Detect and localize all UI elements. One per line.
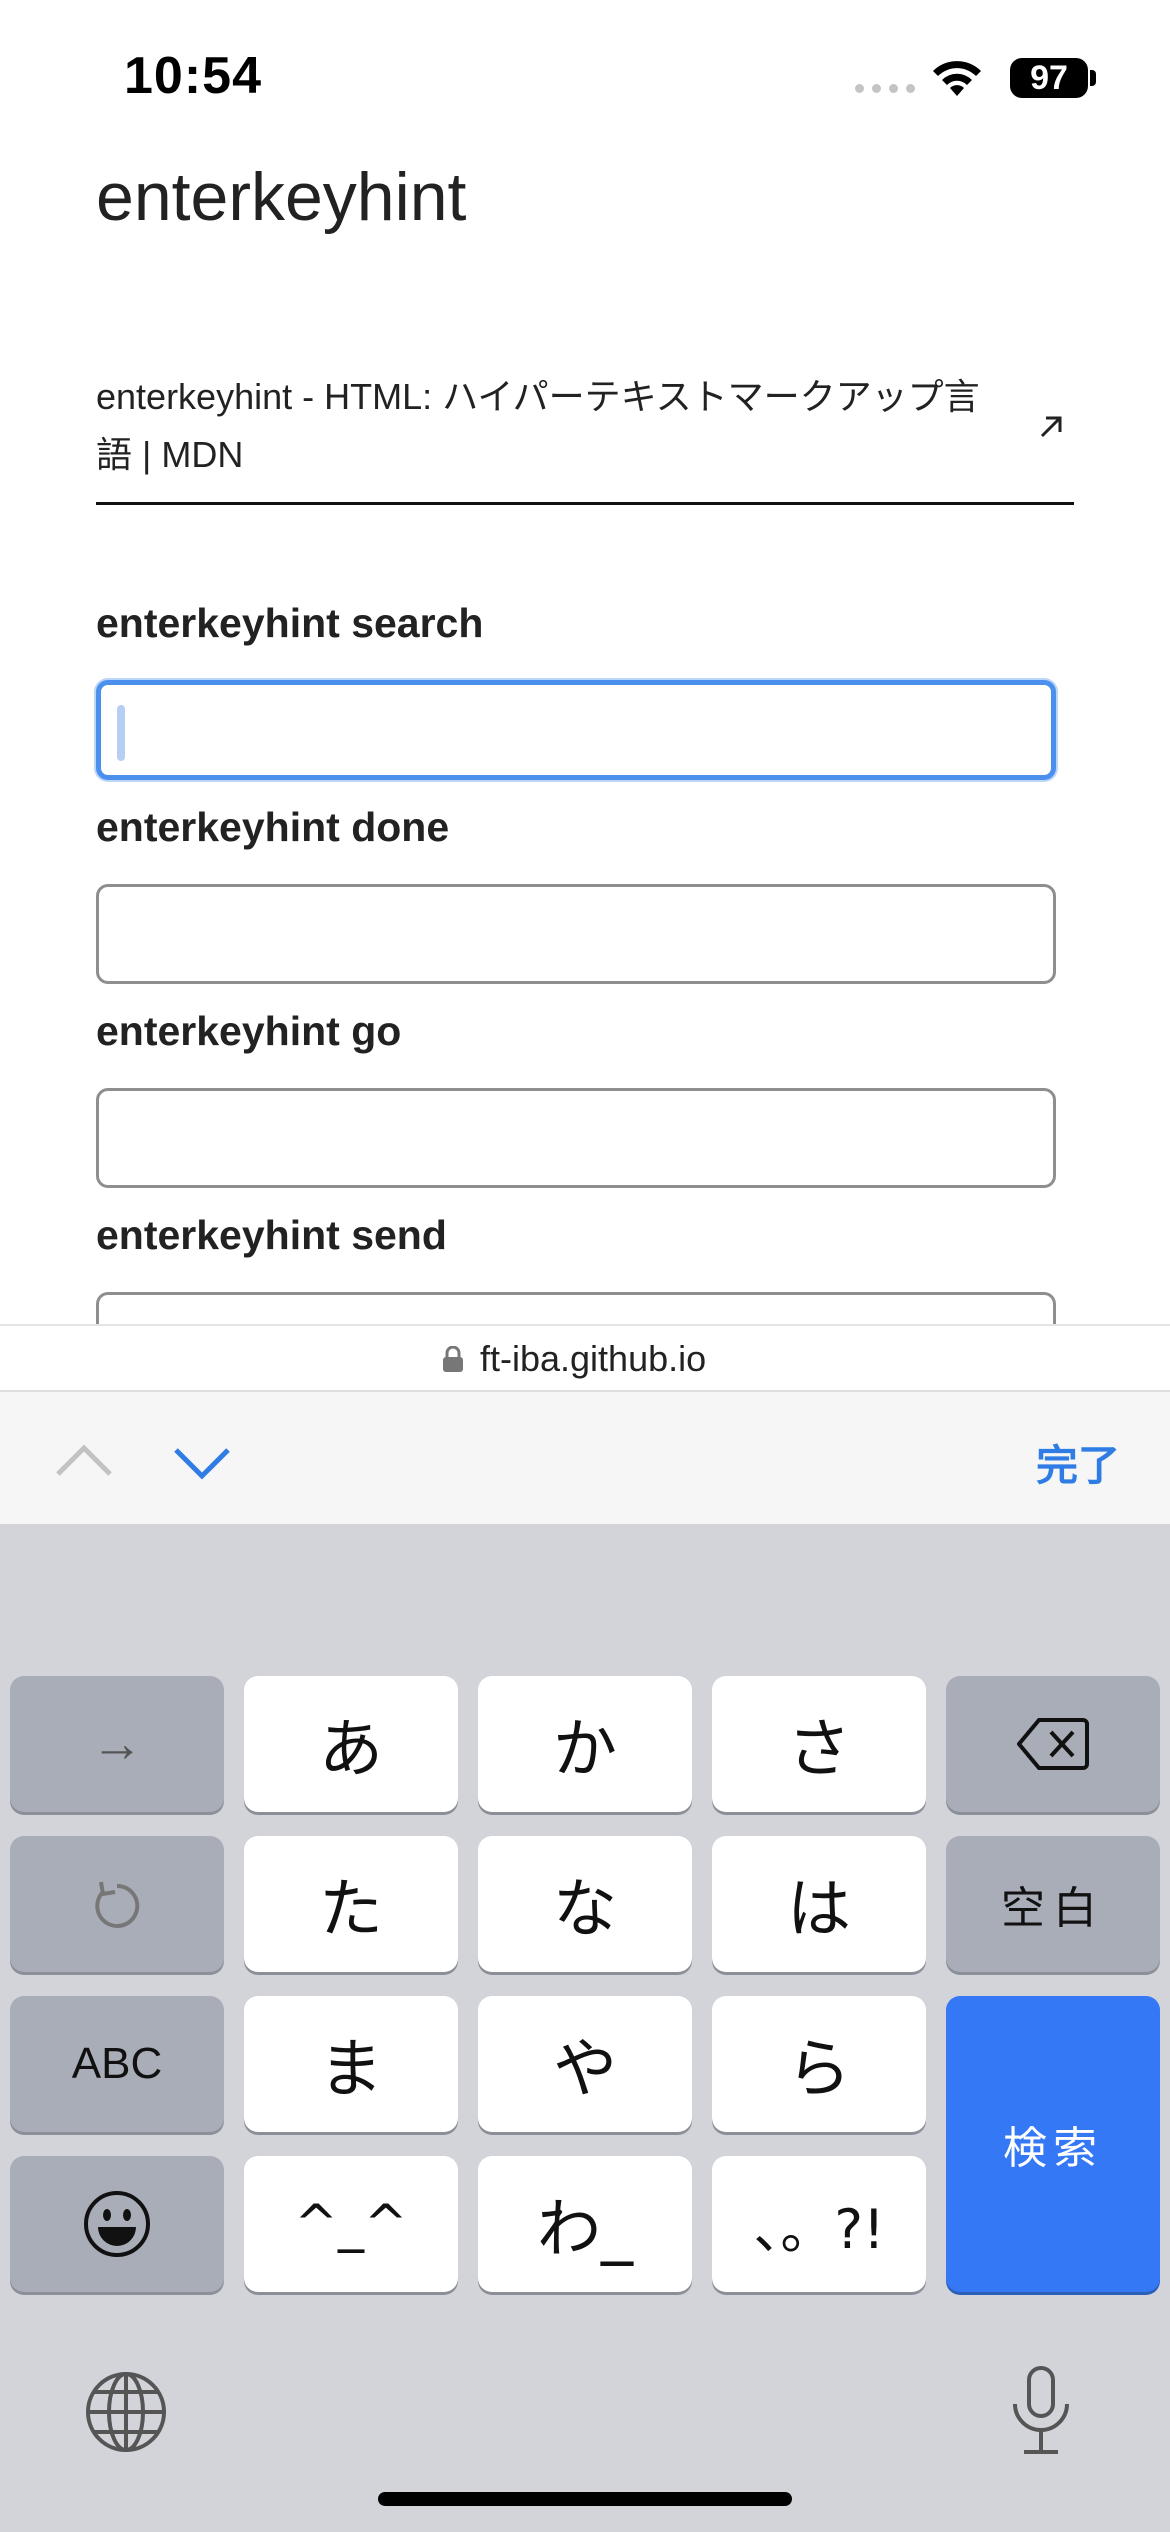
keyboard-accessory-bar: 完了 bbox=[0, 1390, 1170, 1526]
go-field-label: enterkeyhint go bbox=[96, 1008, 402, 1054]
key-ha[interactable]: は bbox=[712, 1836, 926, 1972]
status-bar: 10:54 97 bbox=[0, 0, 1170, 150]
url-bar[interactable]: ft-iba.github.io bbox=[0, 1324, 1170, 1392]
url-domain: ft-iba.github.io bbox=[480, 1338, 707, 1379]
status-time: 10:54 bbox=[124, 47, 262, 105]
emoji-icon bbox=[84, 2191, 150, 2257]
done-field-label: enterkeyhint done bbox=[96, 804, 450, 850]
undo-icon bbox=[95, 1881, 140, 1928]
chevron-up-icon[interactable] bbox=[54, 1432, 114, 1492]
text-caret bbox=[117, 705, 125, 761]
key-ma[interactable]: ま bbox=[244, 1996, 458, 2132]
battery-tip bbox=[1090, 70, 1096, 86]
mdn-link-text: enterkeyhint - HTML: ハイパーテキストマークアップ言語 | … bbox=[96, 376, 980, 475]
key-ta[interactable]: た bbox=[244, 1836, 458, 1972]
battery-level: 97 bbox=[1030, 58, 1068, 97]
microphone-icon[interactable] bbox=[1006, 2364, 1076, 2456]
wifi-icon bbox=[933, 61, 981, 96]
search-field-label: enterkeyhint search bbox=[96, 600, 484, 646]
key-sa[interactable]: さ bbox=[712, 1676, 926, 1812]
page-title: enterkeyhint bbox=[96, 159, 467, 235]
key-na[interactable]: な bbox=[478, 1836, 692, 1972]
space-key[interactable]: 空白 bbox=[946, 1836, 1160, 1972]
search-action-key[interactable]: 検索 bbox=[946, 1996, 1160, 2292]
cellular-signal-icon bbox=[855, 84, 915, 93]
external-link-icon bbox=[1040, 416, 1062, 438]
globe-icon[interactable] bbox=[84, 2370, 168, 2454]
key-wa[interactable]: わ_ bbox=[478, 2156, 692, 2292]
delete-key[interactable] bbox=[946, 1676, 1160, 1812]
chevron-down-icon[interactable] bbox=[172, 1432, 232, 1492]
delete-icon bbox=[1017, 1718, 1089, 1770]
done-input[interactable] bbox=[96, 884, 1056, 984]
lock-icon bbox=[443, 1346, 463, 1372]
mdn-link[interactable]: enterkeyhint - HTML: ハイパーテキストマークアップ言語 | … bbox=[96, 366, 1074, 505]
key-kaomoji[interactable]: ^_^ bbox=[244, 2156, 458, 2292]
go-input[interactable] bbox=[96, 1088, 1056, 1188]
key-punctuation[interactable]: 、。?! bbox=[712, 2156, 926, 2292]
undo-key[interactable] bbox=[10, 1836, 224, 1972]
keyboard: → あ か さ た な は 空白 ABC ま や ら ^_^ わ_ 、。?! 検… bbox=[0, 1524, 1170, 2532]
emoji-key[interactable] bbox=[10, 2156, 224, 2292]
send-field-label: enterkeyhint send bbox=[96, 1212, 447, 1258]
search-input[interactable] bbox=[96, 680, 1056, 780]
abc-key[interactable]: ABC bbox=[10, 1996, 224, 2132]
key-next-arrow[interactable]: → bbox=[10, 1676, 224, 1812]
done-button[interactable]: 完了 bbox=[1036, 1432, 1120, 1493]
key-ra[interactable]: ら bbox=[712, 1996, 926, 2132]
home-indicator bbox=[378, 2492, 792, 2506]
key-ya[interactable]: や bbox=[478, 1996, 692, 2132]
battery-icon: 97 bbox=[1010, 58, 1088, 98]
key-a[interactable]: あ bbox=[244, 1676, 458, 1812]
key-ka[interactable]: か bbox=[478, 1676, 692, 1812]
